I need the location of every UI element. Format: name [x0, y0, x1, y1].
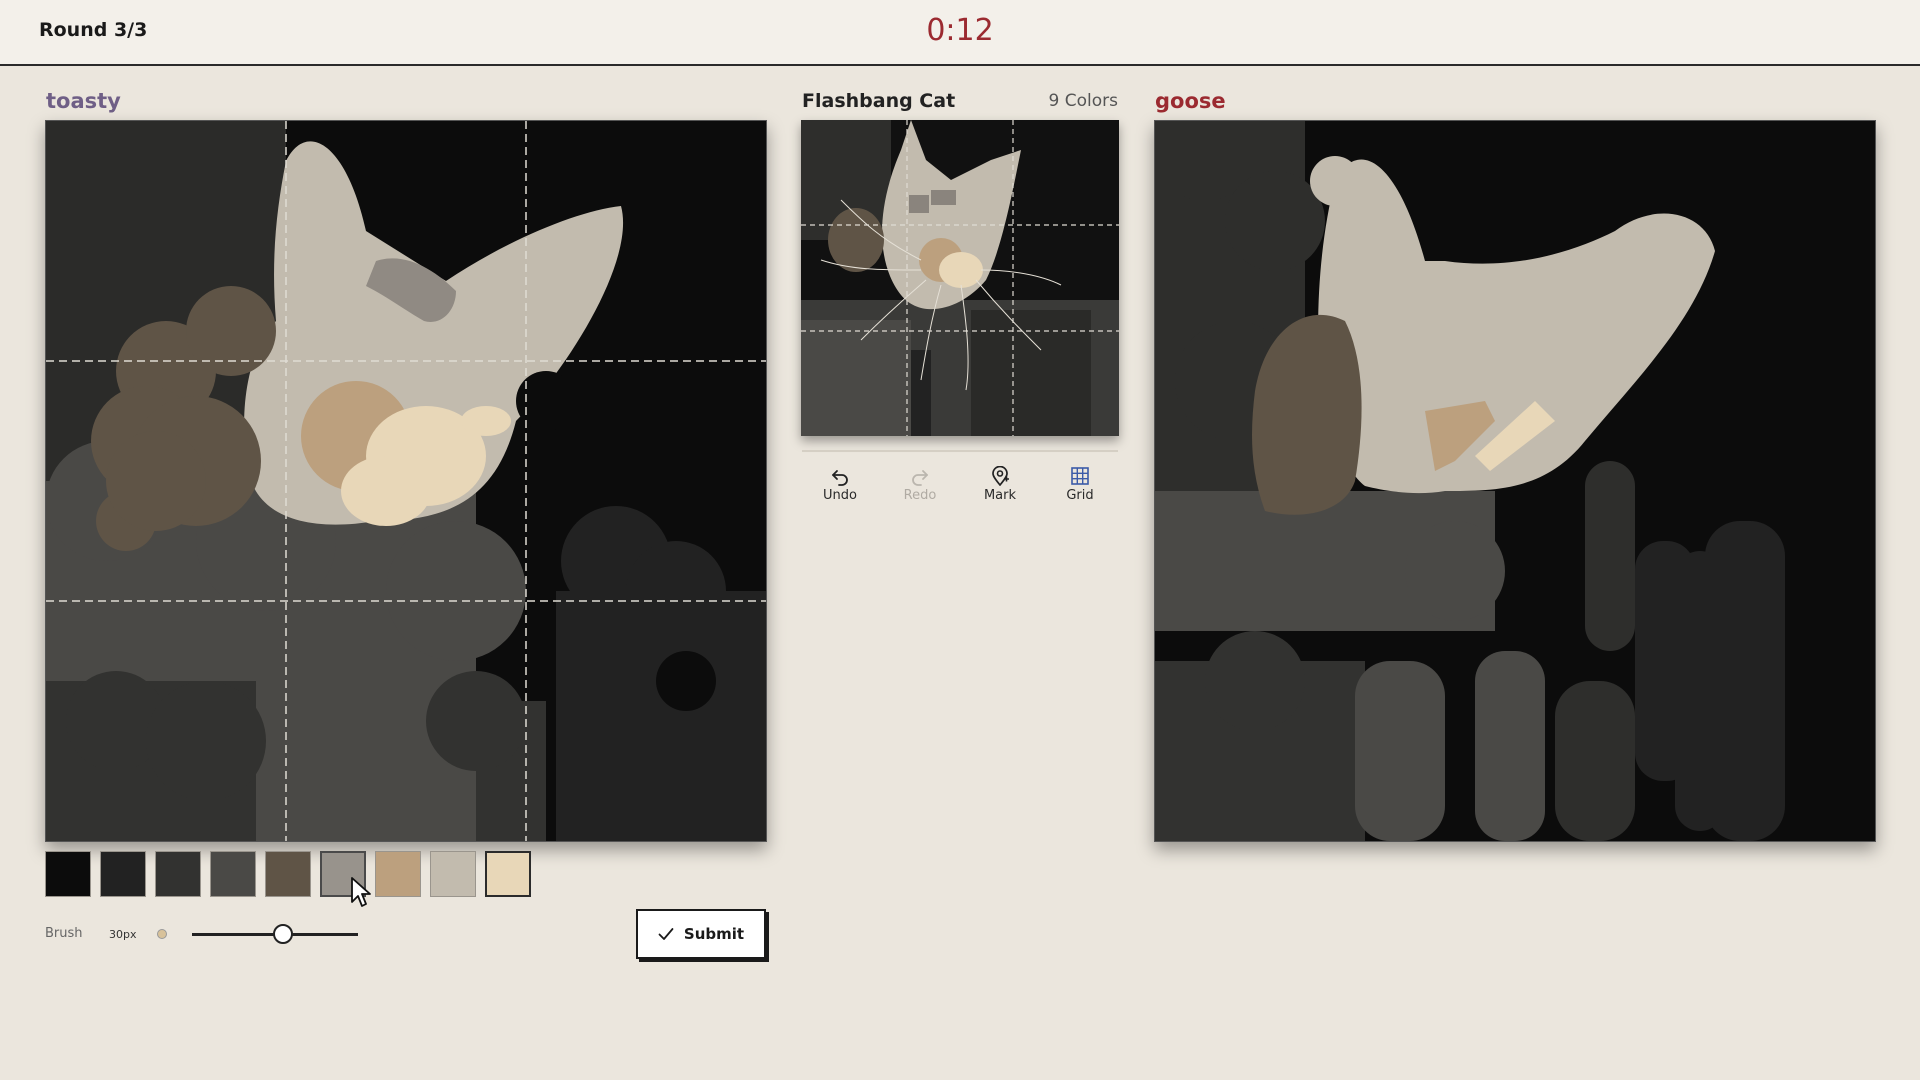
undo-label: Undo [823, 488, 857, 503]
top-bar: Round 3/3 0:12 [0, 0, 1920, 66]
mark-button[interactable]: Mark [964, 466, 1036, 503]
submit-label: Submit [683, 925, 745, 943]
reference-cat-image [801, 120, 1119, 436]
map-pin-icon [992, 466, 1009, 486]
slider-thumb[interactable] [273, 924, 294, 944]
brush-label: Brush [45, 926, 83, 941]
redo-label: Redo [903, 488, 937, 503]
timer: 0:12 [926, 13, 994, 48]
color-swatch[interactable] [430, 851, 476, 897]
drawing-canvas[interactable] [45, 120, 767, 842]
grid-label: Grid [1066, 488, 1094, 503]
check-icon [658, 928, 674, 940]
color-count: 9 Colors [1048, 91, 1118, 111]
undo-icon [832, 470, 848, 486]
player-name-left: toasty [46, 89, 121, 113]
brush-size: 30px [109, 928, 137, 941]
redo-button[interactable]: Redo [884, 466, 956, 503]
cursor-icon [351, 877, 371, 907]
reference-title: Flashbang Cat [802, 90, 956, 112]
color-swatch[interactable] [100, 851, 146, 897]
mark-label: Mark [983, 488, 1017, 503]
reference-image [801, 120, 1119, 436]
color-swatch[interactable] [485, 851, 531, 897]
brush-preview [157, 929, 167, 939]
color-swatch[interactable] [210, 851, 256, 897]
opponent-artwork [1155, 121, 1875, 841]
color-swatch[interactable] [375, 851, 421, 897]
undo-button[interactable]: Undo [804, 466, 876, 503]
drawing-artwork [46, 121, 766, 841]
opponent-canvas [1154, 120, 1876, 842]
grid-button[interactable]: Grid [1044, 466, 1116, 503]
grid-icon [1071, 467, 1089, 485]
submit-button[interactable]: Submit [636, 909, 766, 959]
player-name-right: goose [1155, 89, 1226, 113]
tools-divider [802, 450, 1118, 452]
color-swatch[interactable] [155, 851, 201, 897]
color-swatch[interactable] [265, 851, 311, 897]
redo-icon [912, 470, 928, 486]
color-swatch[interactable] [45, 851, 91, 897]
